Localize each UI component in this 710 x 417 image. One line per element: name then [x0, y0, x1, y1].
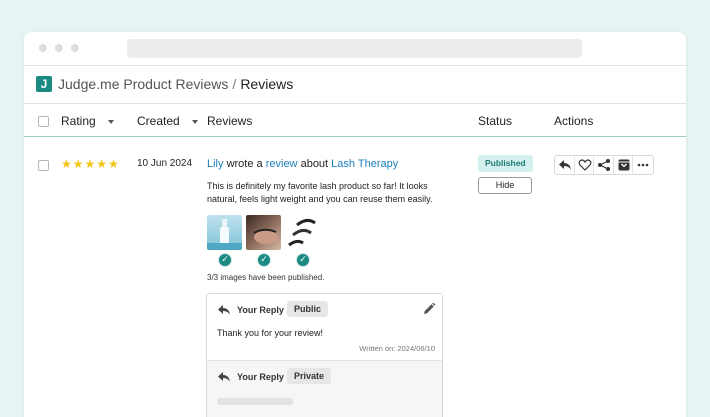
- created-date: 10 Jun 2024: [137, 158, 193, 169]
- lash-strips-image: [288, 218, 316, 247]
- more-button[interactable]: [633, 156, 653, 174]
- applying-lash-image: [253, 228, 278, 244]
- review-link[interactable]: review: [266, 158, 298, 170]
- page-header: J Judge.me Product Reviews / Reviews: [24, 66, 686, 104]
- reply-action-button[interactable]: [555, 156, 575, 174]
- reply-icon: [559, 160, 571, 170]
- breadcrumb: Judge.me Product Reviews / Reviews: [58, 76, 293, 92]
- window-dot: [55, 44, 63, 52]
- judgeme-logo-icon: J: [36, 76, 52, 92]
- headline-text: wrote a: [226, 158, 263, 170]
- serum-bottle-image: [207, 219, 242, 250]
- page-title: Reviews: [240, 76, 294, 92]
- chevron-down-icon: [191, 119, 198, 124]
- product-link[interactable]: Lash Therapy: [331, 158, 398, 170]
- archive-button[interactable]: [614, 156, 633, 174]
- reply-icon: [218, 305, 230, 315]
- check-icon: ✓: [257, 253, 271, 267]
- share-button[interactable]: [594, 156, 614, 174]
- reply-written-date: Written on: 2024/06/10: [359, 344, 435, 353]
- chevron-down-icon: [107, 119, 114, 124]
- review-headline: Lily wrote a review about Lash Therapy: [207, 158, 398, 170]
- breadcrumb-separator: /: [232, 76, 237, 92]
- reviewer-link[interactable]: Lily: [207, 158, 224, 170]
- action-toolbar: [554, 155, 654, 175]
- browser-chrome: [24, 32, 686, 66]
- archive-icon: [618, 159, 629, 171]
- reply-text: Thank you for your review!: [217, 328, 324, 338]
- images-published-note: 3/3 images have been published.: [207, 273, 325, 282]
- row-checkbox[interactable]: [38, 160, 49, 171]
- table-header: Rating Created Reviews Status Actions: [24, 104, 686, 137]
- hide-button[interactable]: Hide: [478, 177, 532, 194]
- review-image[interactable]: [285, 215, 320, 250]
- review-body: This is definitely my favorite lash prod…: [207, 181, 433, 204]
- reply-panel: Your Reply Public Thank you for your rev…: [206, 293, 443, 417]
- column-actions: Actions: [554, 114, 594, 128]
- check-icon: ✓: [296, 253, 310, 267]
- like-button[interactable]: [575, 156, 594, 174]
- private-reply: Your Reply Private: [207, 360, 442, 417]
- heart-icon: [578, 159, 591, 171]
- window-dot: [71, 44, 79, 52]
- column-created-label: Created: [137, 114, 180, 128]
- window-dot: [39, 44, 47, 52]
- public-reply: Your Reply Public Thank you for your rev…: [207, 294, 442, 360]
- edit-pencil-icon[interactable]: [422, 302, 436, 316]
- star-rating: ★★★★★: [61, 157, 120, 171]
- headline-text: about: [300, 158, 329, 170]
- select-all-checkbox[interactable]: [38, 116, 49, 127]
- column-rating-label: Rating: [61, 114, 96, 128]
- column-status: Status: [478, 114, 513, 128]
- address-bar[interactable]: [127, 39, 582, 58]
- column-reviews: Reviews: [207, 114, 253, 128]
- table-row: ★★★★★ 10 Jun 2024 Lily wrote a review ab…: [24, 137, 686, 417]
- more-icon: [637, 163, 649, 167]
- check-icon: ✓: [218, 253, 232, 267]
- status-badge: Published: [478, 155, 533, 172]
- app-window: J Judge.me Product Reviews / Reviews Ratin…: [24, 32, 686, 417]
- column-rating[interactable]: Rating: [61, 114, 114, 128]
- visibility-badge: Public: [287, 301, 329, 317]
- breadcrumb-parent[interactable]: Judge.me Product Reviews: [58, 76, 228, 92]
- reply-icon: [218, 372, 230, 382]
- loading-placeholder: [217, 398, 293, 405]
- share-icon: [598, 159, 610, 171]
- review-image[interactable]: [207, 215, 242, 250]
- reply-label: Your Reply: [237, 305, 284, 315]
- visibility-badge: Private: [287, 368, 332, 384]
- review-image[interactable]: [246, 215, 281, 250]
- reply-label: Your Reply: [237, 372, 284, 382]
- column-created[interactable]: Created: [137, 114, 198, 128]
